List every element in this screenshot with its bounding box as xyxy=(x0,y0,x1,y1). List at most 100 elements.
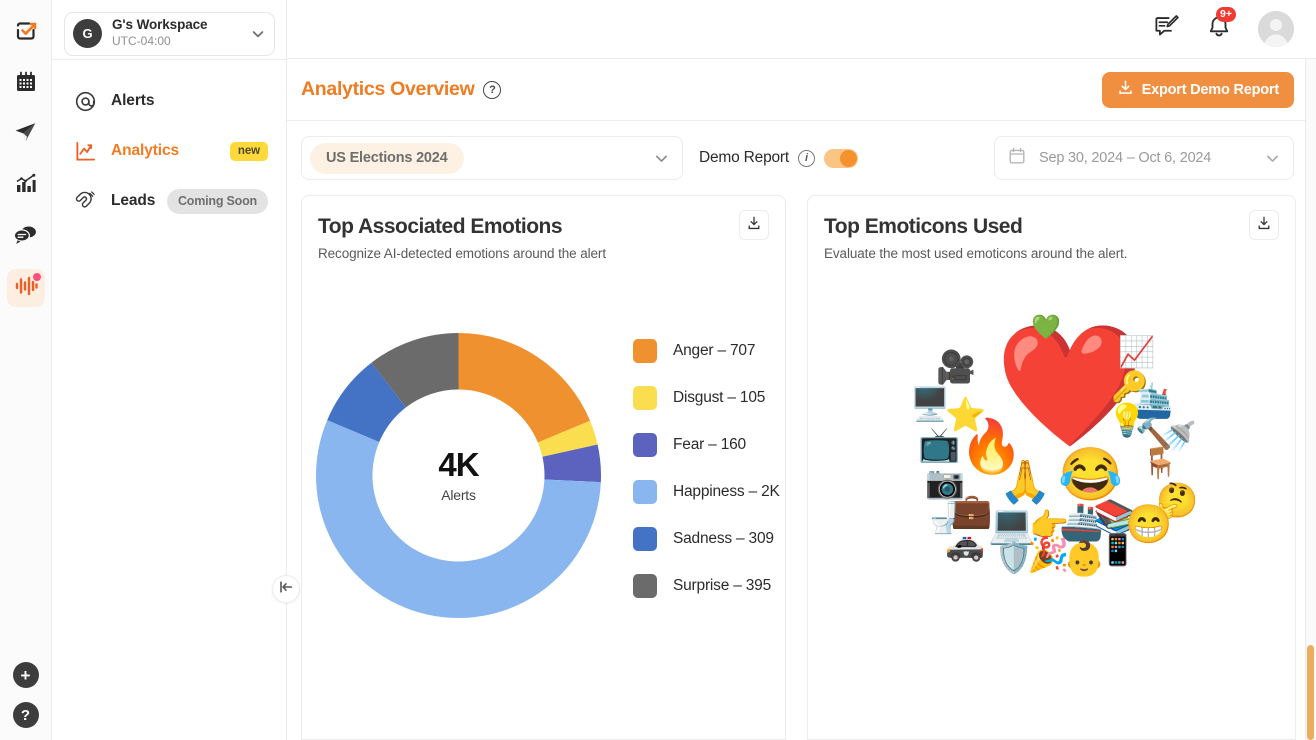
sidebar-item-leads[interactable]: Leads Coming Soon xyxy=(52,176,286,226)
coming-soon-badge: Coming Soon xyxy=(166,188,268,214)
line-chart-icon xyxy=(74,140,98,163)
download-chart-button[interactable] xyxy=(1249,210,1279,240)
card-title: Top Emoticons Used xyxy=(824,215,1023,238)
donut-total-value: 4K xyxy=(438,446,479,484)
workspace-name: G's Workspace xyxy=(112,17,208,33)
donut-total-label: Alerts xyxy=(441,487,476,504)
legend-label: Surprise – 395 xyxy=(673,577,772,595)
rail-item-reports[interactable] xyxy=(7,167,45,205)
chevron-down-icon xyxy=(250,26,266,42)
legend-item-anger[interactable]: Anger – 707 xyxy=(633,339,780,364)
donut-chart-area: 4K Alerts Anger – 707 Disgust – 105 Fear –… xyxy=(302,261,785,739)
demo-report-toggle-group: Demo Report i xyxy=(699,148,858,168)
card-top-associated-emotions: Top Associated Emotions Recognize AI-det… xyxy=(301,195,786,740)
card-subtitle: Recognize AI-detected emotions around th… xyxy=(318,246,606,262)
help-button[interactable]: ? xyxy=(12,702,39,728)
download-chart-button[interactable] xyxy=(739,210,769,240)
chevron-down-icon xyxy=(1264,150,1281,167)
rail-item-analytics[interactable] xyxy=(6,269,45,307)
emoticon-item[interactable]: 💚 xyxy=(1031,316,1061,340)
legend-label: Happiness – 2K xyxy=(673,483,780,501)
magnet-icon xyxy=(74,190,98,213)
export-demo-report-button[interactable]: Export Demo Report xyxy=(1101,71,1294,108)
chat-icon xyxy=(13,222,38,252)
legend-label: Sadness – 309 xyxy=(673,530,774,548)
legend-swatch xyxy=(633,480,657,505)
rail-bottom-actions: + ? xyxy=(0,662,51,728)
topbar: 9+ xyxy=(287,0,1316,59)
legend-item-disgust[interactable]: Disgust – 105 xyxy=(633,386,780,411)
donut-center-label: 4K Alerts xyxy=(316,333,601,618)
icon-rail: + ? xyxy=(0,0,52,740)
cards-container: Top Associated Emotions Recognize AI-det… xyxy=(287,195,1316,740)
main-area: 9+ Analytics Overview ? Export Demo Repo… xyxy=(287,0,1316,740)
card-title: Top Associated Emotions xyxy=(318,215,563,238)
notifications-button[interactable]: 9+ xyxy=(1206,6,1236,45)
notification-dot xyxy=(32,273,41,281)
avatar[interactable] xyxy=(1258,11,1294,47)
calendar-icon xyxy=(14,70,38,99)
bar-chart-icon xyxy=(14,172,38,201)
notification-count-badge: 9+ xyxy=(1216,6,1236,23)
legend-item-fear[interactable]: Fear – 160 xyxy=(633,433,780,458)
emoticon-item[interactable]: 🖥️ xyxy=(910,388,950,420)
card-top-emoticons-used: Top Emoticons Used Evaluate the most use… xyxy=(807,195,1296,740)
sidebar-nav: Alerts Analytics new Leads Coming Soon xyxy=(52,60,286,226)
collapse-sidebar-button[interactable] xyxy=(272,575,300,603)
legend-swatch xyxy=(633,574,657,599)
chart-legend: Anger – 707 Disgust – 105 Fear – 160 Happin… xyxy=(633,339,780,599)
workspace-switcher-wrap: G G's Workspace UTC-04:00 xyxy=(52,0,286,59)
emoticon-item[interactable]: 🚓 xyxy=(945,528,985,560)
alert-select[interactable]: US Elections 2024 xyxy=(301,136,683,180)
demo-report-toggle[interactable] xyxy=(823,148,858,168)
sidebar-item-leads-label: Leads xyxy=(111,192,156,209)
help-icon[interactable]: ? xyxy=(483,80,502,99)
emoticon-item[interactable]: 🪑 xyxy=(1141,449,1178,479)
vertical-scrollbar[interactable] xyxy=(1307,645,1314,740)
legend-item-surprise[interactable]: Surprise – 395 xyxy=(633,574,780,599)
emoticon-item[interactable]: 😂 xyxy=(1058,449,1123,501)
legend-swatch xyxy=(633,527,657,552)
legend-label: Fear – 160 xyxy=(673,436,746,454)
workspace-text: G's Workspace UTC-04:00 xyxy=(112,17,250,49)
feedback-button[interactable] xyxy=(1153,13,1180,45)
page-header: Analytics Overview ? Export Demo Report xyxy=(287,59,1316,121)
workspace-switcher[interactable]: G G's Workspace UTC-04:00 xyxy=(64,11,275,56)
emoticon-cloud[interactable]: ❤️ 💚 📈 🎥 🔑 🛳️ 🖥️ 💡 ⭐ 🔨 🚿 📺 🔥 🪑 📷 🙏 😂 🤔 💼 🚽 💻 👉 🚢 📚 😁 🚓 📱 🛡️ 🎉 👶 xyxy=(808,261,1295,739)
rail-item-conversations[interactable] xyxy=(7,218,45,256)
card-header: Top Emoticons Used Evaluate the most use… xyxy=(808,196,1295,261)
workspace-avatar: G xyxy=(73,19,102,48)
scrollbar-track[interactable] xyxy=(1305,59,1316,740)
note-edit-icon xyxy=(1153,13,1180,45)
emoticon-item[interactable]: 🎥 xyxy=(936,351,976,383)
date-range-value: Sep 30, 2024 – Oct 6, 2024 xyxy=(1039,150,1212,166)
calendar-icon xyxy=(1007,146,1027,171)
send-icon xyxy=(13,120,38,150)
card-header: Top Associated Emotions Recognize AI-det… xyxy=(302,196,785,261)
emoticon-item[interactable]: 📈 xyxy=(1118,338,1155,368)
info-icon[interactable]: i xyxy=(797,149,815,167)
app-root: + ? G G's Workspace UTC-04:00 Alerts Ana… xyxy=(0,0,1316,740)
legend-item-happiness[interactable]: Happiness – 2K xyxy=(633,480,780,505)
emoticon-item[interactable]: 🙏 xyxy=(999,461,1051,503)
workspace-timezone: UTC-04:00 xyxy=(112,33,171,48)
donut-chart[interactable]: 4K Alerts xyxy=(316,333,601,619)
date-range-picker[interactable]: Sep 30, 2024 – Oct 6, 2024 xyxy=(994,136,1294,180)
toggle-knob xyxy=(839,149,857,167)
emoticon-item[interactable]: 👶 xyxy=(1063,542,1105,576)
legend-item-sadness[interactable]: Sadness – 309 xyxy=(633,527,780,552)
sidebar-item-alerts-label: Alerts xyxy=(111,92,155,109)
rail-item-tasks[interactable] xyxy=(7,14,45,52)
filters-bar: US Elections 2024 Demo Report i Sep 30, … xyxy=(287,121,1316,195)
rail-item-outreach[interactable] xyxy=(7,116,45,154)
tasks-icon xyxy=(14,19,38,48)
legend-swatch xyxy=(633,386,657,411)
add-button[interactable]: + xyxy=(12,662,39,688)
page-title: Analytics Overview xyxy=(301,78,475,100)
rail-item-calendar[interactable] xyxy=(7,65,45,103)
download-icon xyxy=(746,215,762,236)
emoticon-item[interactable]: 📺 xyxy=(918,428,960,462)
sidebar-item-analytics[interactable]: Analytics new xyxy=(52,126,286,176)
sidebar-item-alerts[interactable]: Alerts xyxy=(52,76,286,126)
card-subtitle: Evaluate the most used emoticons around … xyxy=(824,246,1128,262)
